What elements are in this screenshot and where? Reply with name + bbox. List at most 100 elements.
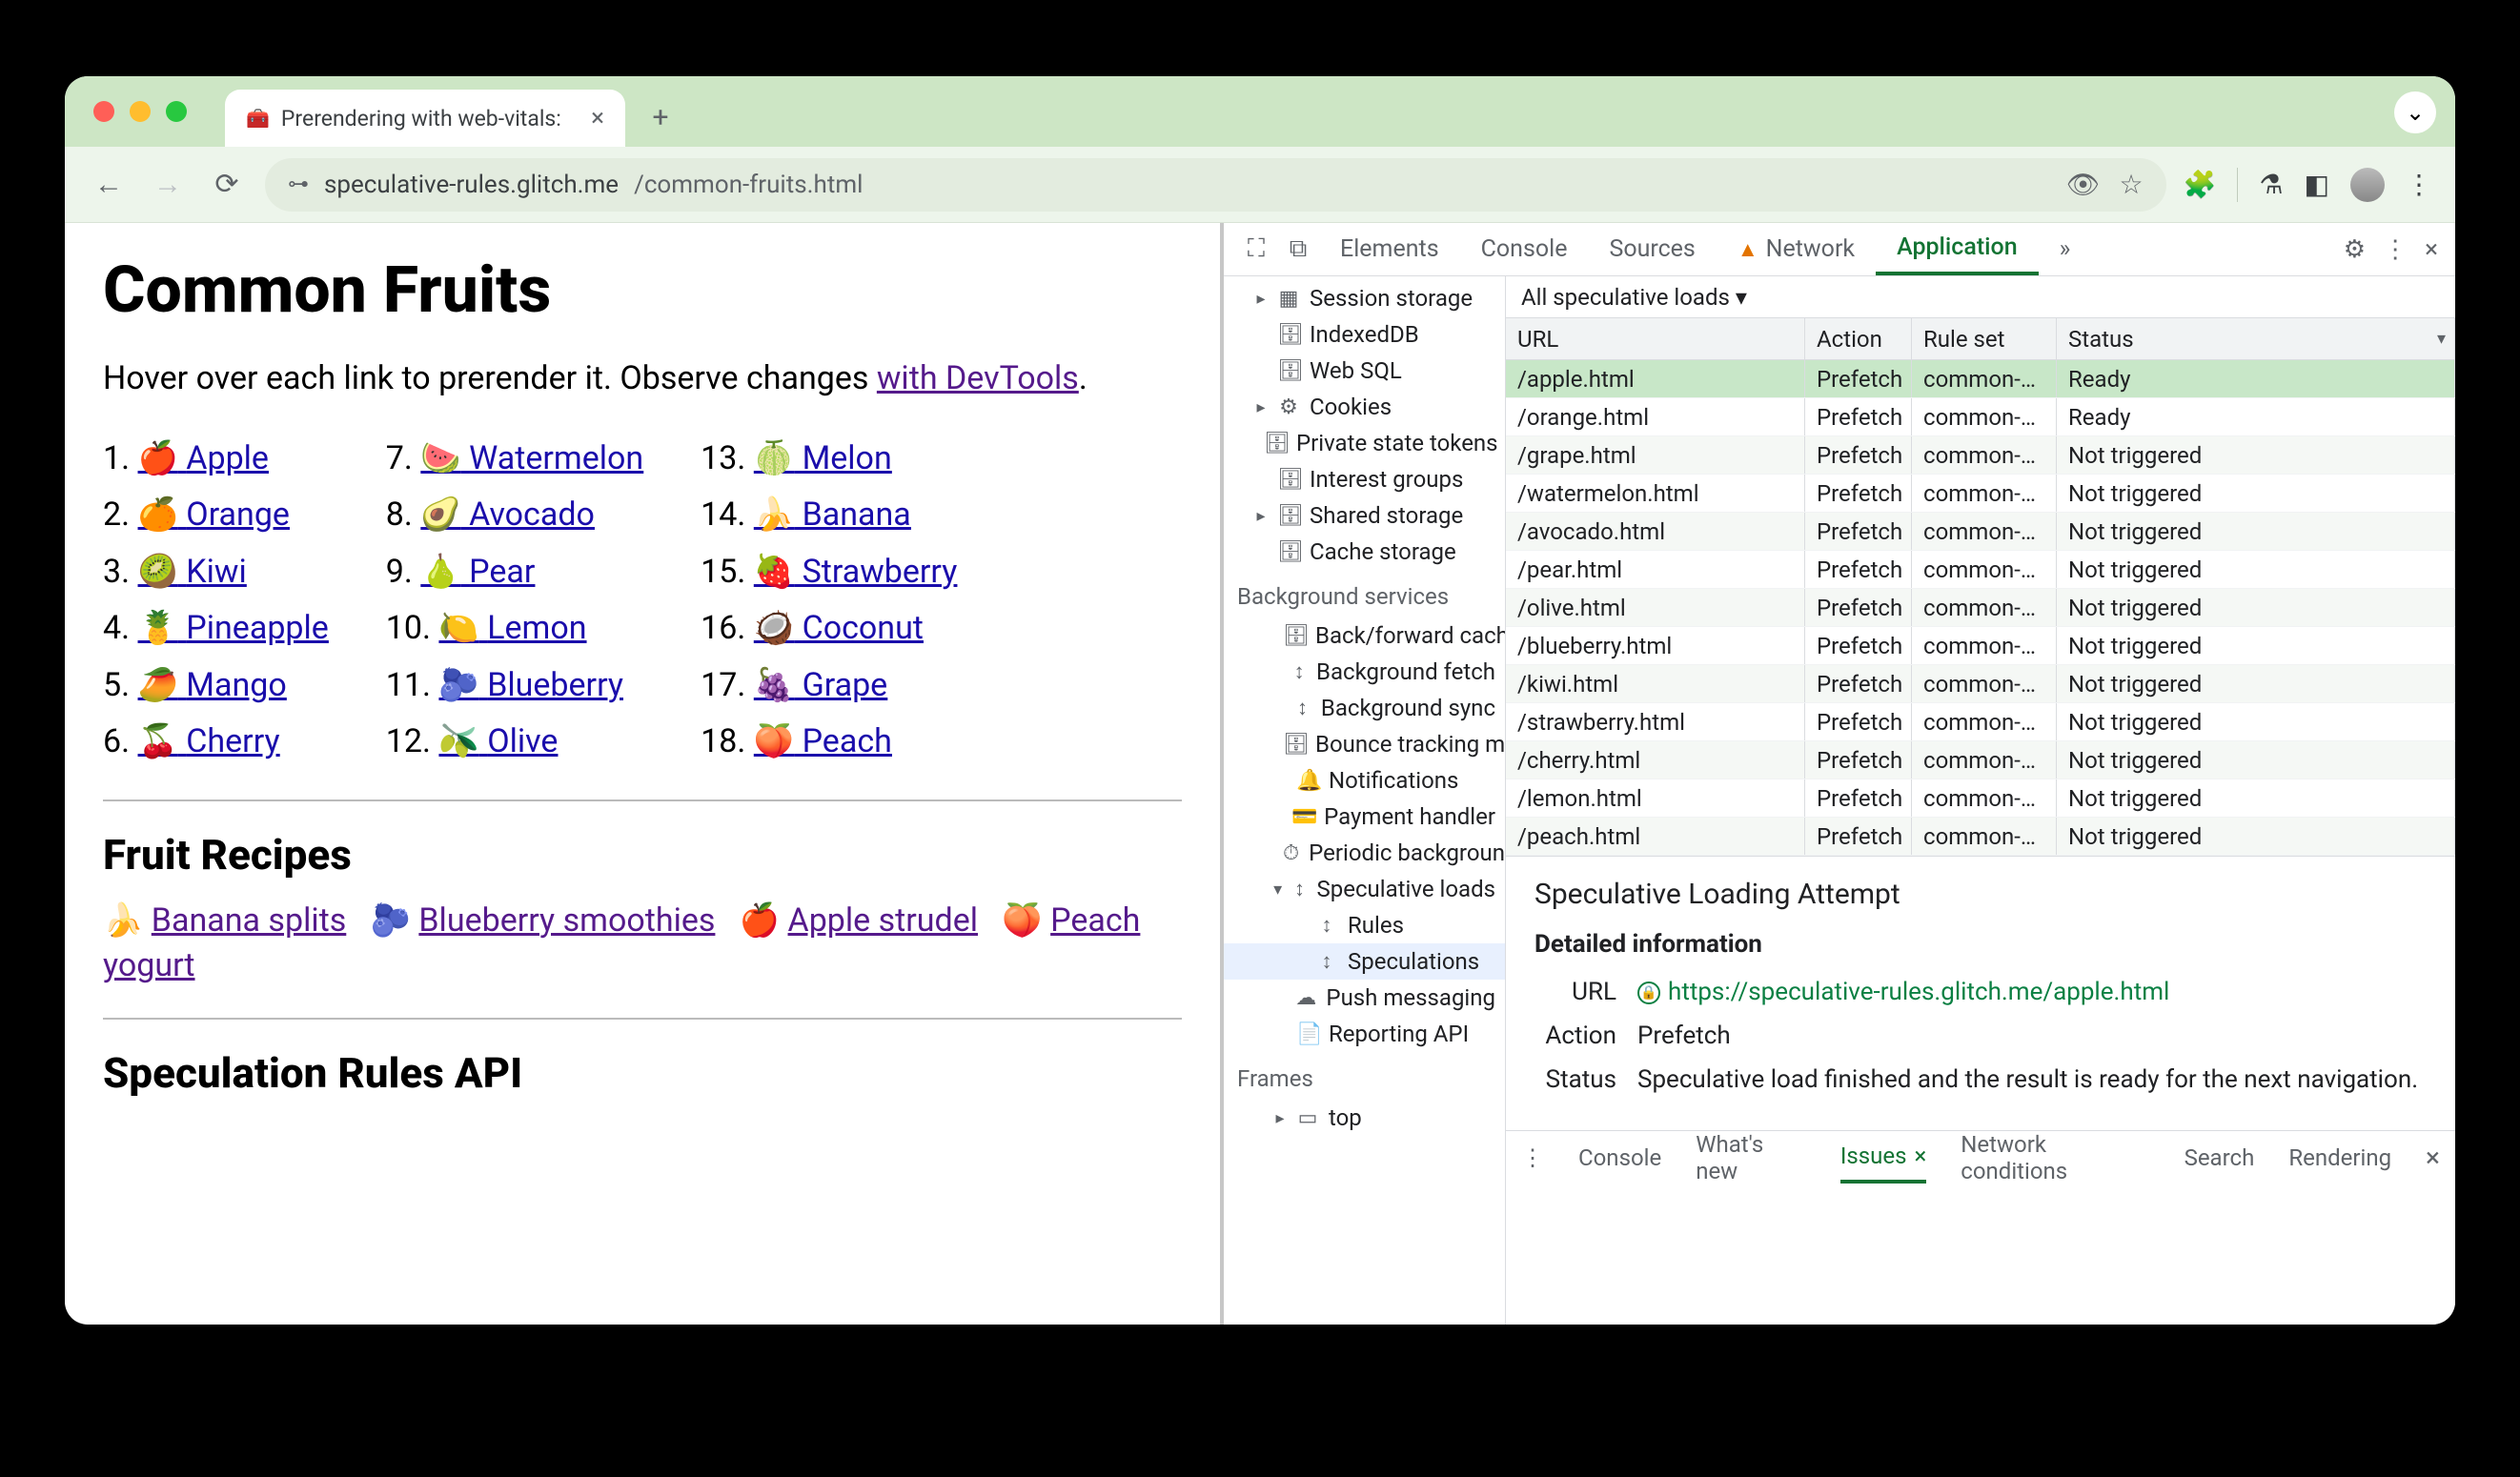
fruit-link[interactable]: 🍌 Banana	[754, 496, 911, 534]
detail-url-link[interactable]: https://speculative-rules.glitch.me/appl…	[1668, 978, 2169, 1006]
fruit-link[interactable]: 🍎 Apple	[138, 439, 269, 477]
tree-item[interactable]: 🗄Interest groups	[1224, 461, 1505, 497]
table-row[interactable]: /lemon.htmlPrefetchcommon-…Not triggered	[1506, 779, 2455, 818]
tree-item[interactable]: ☁Push messaging	[1224, 980, 1505, 1016]
fruit-link[interactable]: 🍓 Strawberry	[754, 553, 958, 591]
profile-avatar[interactable]	[2350, 168, 2385, 202]
drawer-tab-search[interactable]: Search	[2185, 1144, 2255, 1171]
gear-icon[interactable]: ⚙	[2344, 235, 2366, 264]
tree-item[interactable]: ▸🗄Shared storage	[1224, 497, 1505, 534]
tree-item[interactable]: 🔔Notifications	[1224, 762, 1505, 799]
reload-button[interactable]: ⟳	[206, 164, 248, 206]
col-rule[interactable]: Rule set	[1912, 318, 2057, 359]
tree-item[interactable]: ▾↕Speculative loads	[1224, 871, 1505, 907]
tree-item[interactable]: ▸▭top	[1224, 1100, 1505, 1136]
device-icon[interactable]: ⧉	[1277, 234, 1319, 264]
table-row[interactable]: /pear.htmlPrefetchcommon-…Not triggered	[1506, 551, 2455, 589]
tree-item[interactable]: 📄Reporting API	[1224, 1016, 1505, 1052]
close-window-button[interactable]	[93, 101, 114, 122]
table-row[interactable]: /peach.htmlPrefetchcommon-…Not triggered	[1506, 818, 2455, 856]
close-tab-icon[interactable]: ×	[591, 104, 604, 132]
fruit-link[interactable]: 🫒 Olive	[438, 722, 558, 760]
table-row[interactable]: /olive.htmlPrefetchcommon-…Not triggered	[1506, 589, 2455, 627]
drawer-menu-icon[interactable]: ⋮	[1521, 1144, 1544, 1171]
recipe-link[interactable]: Apple strudel	[788, 901, 979, 940]
panel-icon[interactable]: ◧	[2305, 169, 2329, 200]
address-bar[interactable]: ⊶ speculative-rules.glitch.me/common-fru…	[265, 158, 2166, 212]
fruit-link[interactable]: 🍐 Pear	[420, 553, 535, 591]
fruit-link[interactable]: 🍍 Pineapple	[138, 609, 329, 647]
tree-item[interactable]: 🗄Cache storage	[1224, 534, 1505, 570]
fruit-link[interactable]: 🍑 Peach	[754, 722, 892, 760]
devtools-tab-elements[interactable]: Elements	[1319, 223, 1460, 275]
site-settings-icon[interactable]: ⊶	[288, 172, 309, 196]
tree-item[interactable]: 🗄Private state tokens	[1224, 425, 1505, 461]
fruit-link[interactable]: 🍈 Melon	[754, 439, 892, 477]
fruit-link[interactable]: 🍉 Watermelon	[420, 439, 643, 477]
table-row[interactable]: /strawberry.htmlPrefetchcommon-…Not trig…	[1506, 703, 2455, 741]
table-row[interactable]: /watermelon.htmlPrefetchcommon-…Not trig…	[1506, 475, 2455, 513]
devtools-tab-sources[interactable]: Sources	[1588, 223, 1716, 275]
fruit-link[interactable]: 🫐 Blueberry	[438, 666, 623, 704]
close-devtools-icon[interactable]: ×	[2425, 235, 2438, 264]
table-row[interactable]: /grape.htmlPrefetchcommon-…Not triggered	[1506, 436, 2455, 475]
fruit-link[interactable]: 🍊 Orange	[138, 496, 290, 534]
table-row[interactable]: /apple.htmlPrefetchcommon-…Ready	[1506, 360, 2455, 398]
new-tab-button[interactable]: +	[637, 93, 684, 141]
extensions-icon[interactable]: 🧩	[2184, 169, 2217, 200]
tree-item[interactable]: ⏱Periodic background	[1224, 835, 1505, 871]
fruit-link[interactable]: 🍋 Lemon	[438, 609, 586, 647]
filter-select[interactable]: All speculative loads ▾	[1521, 284, 1747, 311]
drawer-tab-network-conditions[interactable]: Network conditions	[1961, 1131, 2149, 1184]
tree-item[interactable]: 🗄Bounce tracking mitigation	[1224, 726, 1505, 762]
devtools-tab-console[interactable]: Console	[1460, 223, 1589, 275]
maximize-window-button[interactable]	[166, 101, 187, 122]
col-action[interactable]: Action	[1805, 318, 1912, 359]
tree-item[interactable]: ↕Background sync	[1224, 690, 1505, 726]
col-status[interactable]: Status	[2057, 318, 2455, 359]
tree-item[interactable]: 💳Payment handler	[1224, 799, 1505, 835]
browser-tab[interactable]: 🧰 Prerendering with web-vitals: ×	[225, 90, 625, 147]
drawer-tab-what-s-new[interactable]: What's new	[1696, 1131, 1806, 1184]
tree-item[interactable]: 🗄Back/forward cache	[1224, 617, 1505, 654]
minimize-window-button[interactable]	[130, 101, 151, 122]
fruit-link[interactable]: 🥭 Mango	[138, 666, 287, 704]
back-button[interactable]: ←	[88, 164, 130, 206]
table-row[interactable]: /blueberry.htmlPrefetchcommon-…Not trigg…	[1506, 627, 2455, 665]
tabs-menu-button[interactable]: ⌄	[2394, 91, 2436, 133]
labs-icon[interactable]: ⚗	[2259, 169, 2283, 200]
more-tabs-button[interactable]: »	[2039, 223, 2092, 275]
table-row[interactable]: /orange.htmlPrefetchcommon-…Ready	[1506, 398, 2455, 436]
tree-item[interactable]: 🗄IndexedDB	[1224, 316, 1505, 353]
eye-off-icon[interactable]: 👁	[2066, 169, 2101, 200]
drawer-tab-console[interactable]: Console	[1578, 1144, 1661, 1171]
tree-item[interactable]: ↕Background fetch	[1224, 654, 1505, 690]
fruit-link[interactable]: 🥝 Kiwi	[138, 553, 247, 591]
close-icon[interactable]: ×	[1914, 1143, 1926, 1169]
col-url[interactable]: URL	[1506, 318, 1805, 359]
fruit-link[interactable]: 🍇 Grape	[754, 666, 887, 704]
recipe-link[interactable]: Banana splits	[152, 901, 347, 940]
devtools-link[interactable]: with DevTools	[877, 359, 1079, 397]
bookmark-icon[interactable]: ☆	[2119, 169, 2143, 200]
devtools-tab-application[interactable]: Application	[1876, 223, 2039, 275]
devtools-tab-network[interactable]: ▲ Network	[1717, 223, 1876, 275]
forward-button[interactable]: →	[147, 164, 189, 206]
menu-icon[interactable]: ⋮	[2406, 169, 2432, 200]
drawer-tab-issues[interactable]: Issues ×	[1840, 1131, 1926, 1184]
kebab-icon[interactable]: ⋮	[2383, 235, 2408, 264]
drawer-tab-rendering[interactable]: Rendering	[2288, 1144, 2391, 1171]
table-row[interactable]: /avocado.htmlPrefetchcommon-…Not trigger…	[1506, 513, 2455, 551]
tree-item[interactable]: 🗄Web SQL	[1224, 353, 1505, 389]
close-drawer-icon[interactable]: ×	[2426, 1142, 2440, 1173]
inspect-icon[interactable]: ⛶	[1235, 234, 1277, 264]
sort-icon[interactable]: ▾	[2437, 329, 2446, 349]
tree-item[interactable]: ↕Rules	[1224, 907, 1505, 943]
fruit-link[interactable]: 🍒 Cherry	[138, 722, 280, 760]
tree-item[interactable]: ▸▦Session storage	[1224, 280, 1505, 316]
tree-item[interactable]: ↕Speculations	[1224, 943, 1505, 980]
fruit-link[interactable]: 🥑 Avocado	[420, 496, 595, 534]
table-row[interactable]: /cherry.htmlPrefetchcommon-…Not triggere…	[1506, 741, 2455, 779]
recipe-link[interactable]: Blueberry smoothies	[418, 901, 715, 940]
table-row[interactable]: /kiwi.htmlPrefetchcommon-…Not triggered	[1506, 665, 2455, 703]
